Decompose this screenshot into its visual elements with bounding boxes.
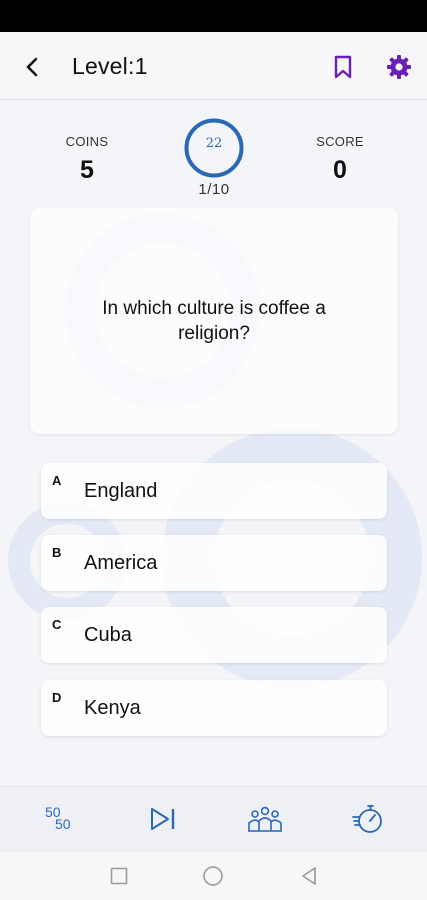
question-text: In which culture is coffee a religion? — [102, 298, 326, 344]
option-d[interactable]: D Kenya — [41, 680, 387, 736]
option-a[interactable]: A England — [41, 463, 387, 519]
arrow-left-icon — [26, 57, 38, 77]
recent-apps-button[interactable] — [107, 864, 131, 888]
audience-poll-button[interactable] — [245, 799, 285, 839]
option-letter: A — [52, 473, 62, 488]
option-letter: B — [52, 545, 62, 560]
timer-value: 22 — [205, 136, 223, 151]
option-text: Kenya — [84, 697, 141, 719]
system-back-button[interactable] — [297, 864, 321, 888]
timer: 22 — [183, 117, 245, 179]
question-card: In which culture is coffee a religion? — [30, 208, 398, 434]
skip-button[interactable] — [143, 799, 183, 839]
score-value: 0 — [333, 156, 347, 184]
coins-value: 5 — [80, 156, 94, 184]
system-nav-bar — [0, 852, 427, 900]
question-progress: 1/10 — [198, 181, 230, 198]
home-button[interactable] — [201, 864, 225, 888]
circle-icon — [203, 866, 223, 886]
status-bar — [0, 0, 427, 32]
square-icon — [110, 867, 128, 885]
bookmark-icon — [334, 55, 352, 79]
bookmark-button[interactable] — [329, 52, 357, 82]
option-text: America — [84, 552, 158, 574]
triangle-back-icon — [302, 867, 316, 885]
back-button[interactable] — [18, 52, 48, 82]
fifty-fifty-bottom: 50 — [55, 816, 71, 832]
settings-button[interactable] — [384, 52, 414, 82]
option-text: England — [84, 480, 158, 502]
stopwatch-icon — [352, 805, 382, 833]
audience-poll-icon — [248, 806, 282, 832]
score-label: SCORE — [316, 134, 364, 149]
option-b[interactable]: B America — [41, 535, 387, 591]
option-c[interactable]: C Cuba — [41, 607, 387, 663]
gear-icon — [387, 55, 411, 79]
fifty-fifty-icon: 50 50 — [43, 802, 77, 836]
stopwatch-button[interactable] — [348, 799, 388, 839]
option-letter: C — [52, 617, 62, 632]
option-letter: D — [52, 690, 62, 705]
skip-next-icon — [151, 808, 175, 830]
fifty-fifty-button[interactable]: 50 50 — [40, 799, 80, 839]
page-title: Level:1 — [72, 53, 148, 79]
app-bar: Level:1 — [0, 32, 427, 100]
coins-label: COINS — [65, 134, 109, 149]
lifeline-bar: 50 50 — [0, 786, 427, 852]
option-text: Cuba — [84, 624, 132, 646]
